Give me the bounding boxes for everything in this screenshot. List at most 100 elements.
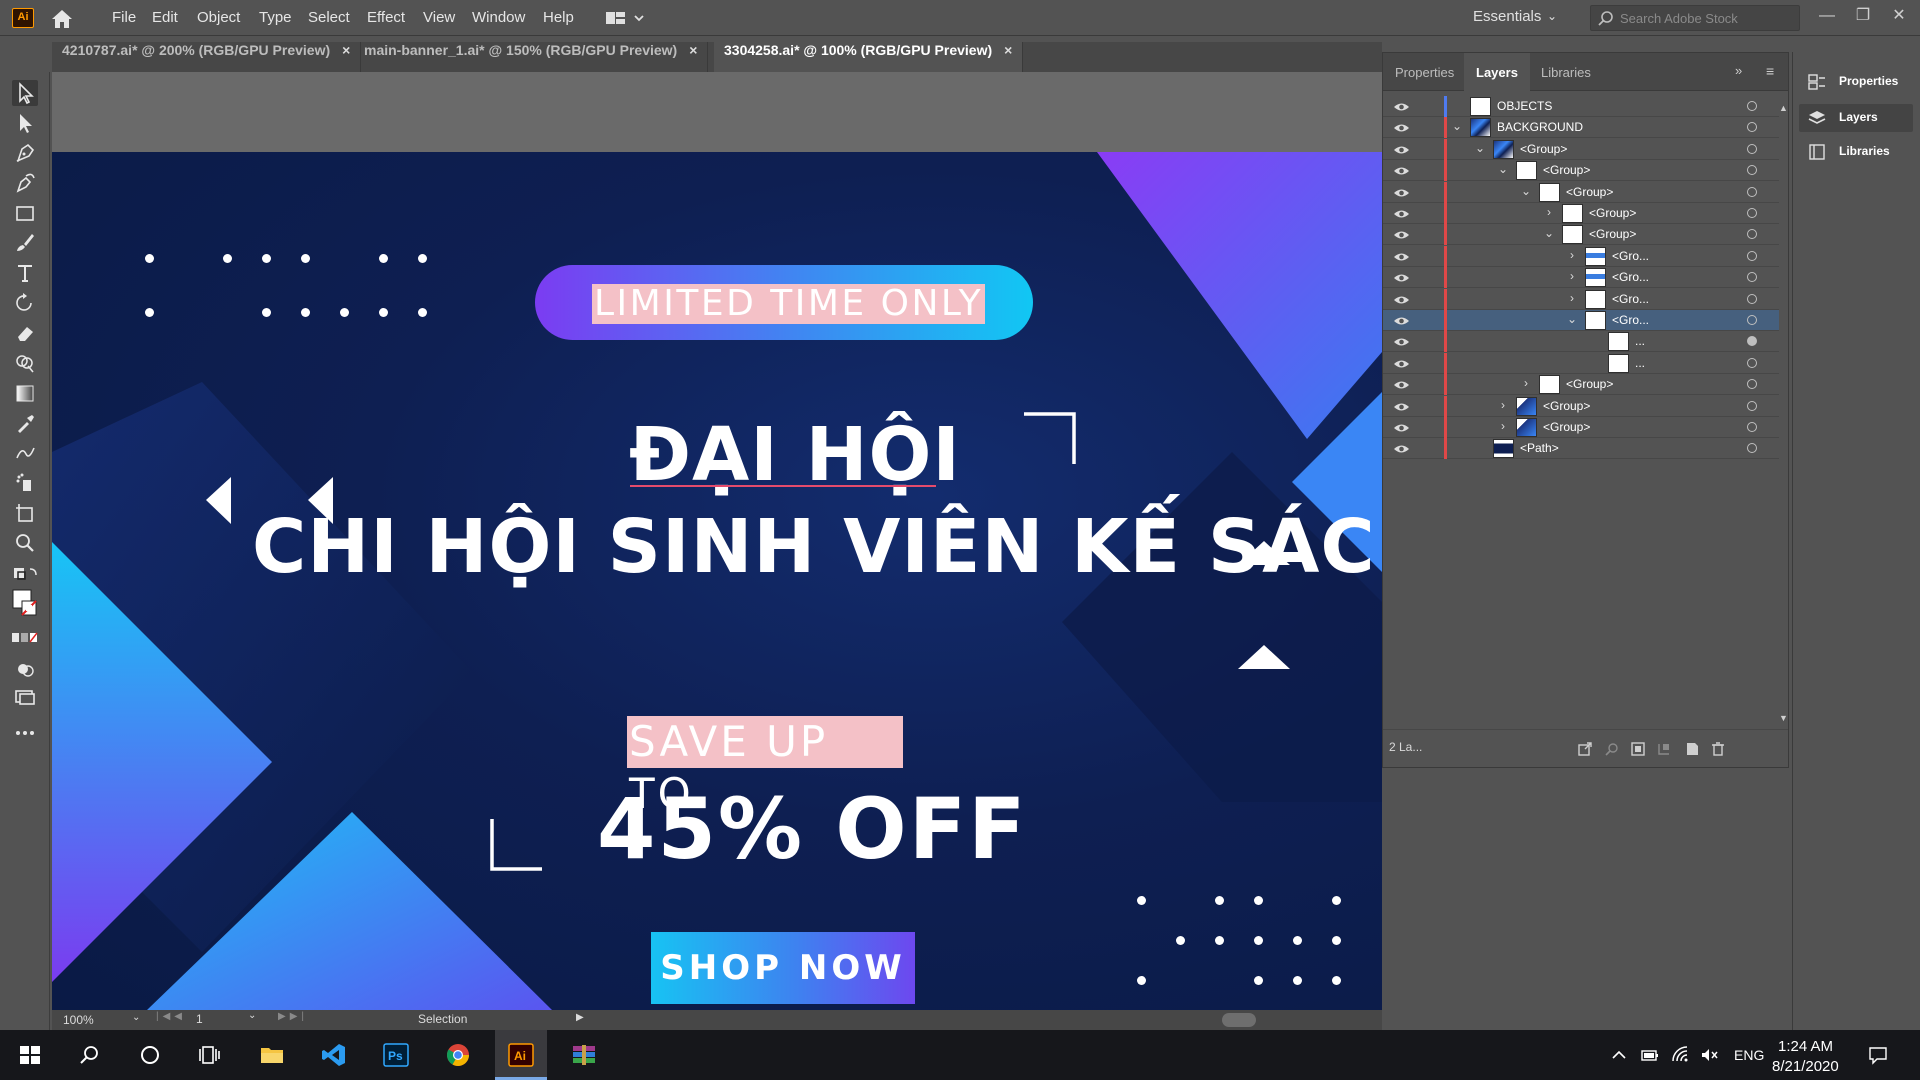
layer-name[interactable]: <Group> (1543, 163, 1590, 177)
selection-tool-icon[interactable] (12, 80, 38, 106)
fill-stroke-swap-icon[interactable] (12, 564, 38, 590)
notification-icon[interactable] (1868, 1045, 1888, 1065)
save-up-to-text[interactable]: SAVE UP TO (627, 716, 903, 818)
layer-row[interactable]: › <Gro... (1383, 267, 1779, 289)
chevron-down-icon[interactable]: ⌄ (1543, 226, 1555, 240)
artboard-prev-icon[interactable]: |◀◀ (156, 1011, 186, 1022)
minimize-icon[interactable]: — (1812, 4, 1842, 28)
menu-window[interactable]: Window (472, 9, 525, 26)
target-icon[interactable] (1747, 250, 1757, 261)
shape-builder-tool-icon[interactable] (12, 350, 38, 376)
layer-name[interactable]: <Group> (1543, 399, 1590, 413)
layer-row[interactable]: <Path> (1383, 438, 1779, 460)
layer-row[interactable]: ⌄ <Group> (1383, 160, 1779, 182)
target-icon[interactable] (1747, 186, 1757, 197)
menu-view[interactable]: View (423, 9, 455, 26)
cortana-button[interactable] (124, 1030, 176, 1080)
eye-icon[interactable] (1393, 378, 1410, 392)
target-icon[interactable] (1747, 143, 1757, 154)
menu-file[interactable]: File (112, 9, 136, 26)
layer-name[interactable]: <Group> (1543, 420, 1590, 434)
chevron-right-icon[interactable]: › (1520, 376, 1532, 390)
chevron-right-icon[interactable]: › (1497, 419, 1509, 433)
close-icon[interactable]: × (1004, 42, 1012, 58)
layer-row[interactable]: ⌄ <Group> (1383, 181, 1779, 203)
menu-type[interactable]: Type (259, 9, 292, 26)
vscode-button[interactable] (308, 1030, 360, 1080)
fill-stroke-swatch[interactable] (12, 588, 38, 624)
eye-icon[interactable] (1393, 293, 1410, 307)
make-clipping-mask-icon[interactable] (1630, 741, 1646, 757)
target-icon[interactable] (1747, 293, 1757, 304)
discount-text[interactable]: 45% OFF (597, 780, 1027, 878)
chevron-down-icon[interactable]: ⌄ (1474, 141, 1486, 155)
eye-icon[interactable] (1393, 164, 1410, 178)
stock-search-input[interactable] (1620, 9, 1795, 28)
curvature-tool-icon[interactable] (12, 170, 38, 196)
file-explorer-button[interactable] (246, 1030, 298, 1080)
illustrator-button[interactable]: Ai (495, 1030, 547, 1080)
winrar-button[interactable] (558, 1030, 610, 1080)
layer-name[interactable]: <Gro... (1612, 313, 1649, 327)
task-view-button[interactable] (184, 1030, 236, 1080)
eye-icon[interactable] (1393, 250, 1410, 264)
gradient-tool-icon[interactable] (12, 380, 38, 406)
restore-icon[interactable]: ❐ (1848, 4, 1878, 28)
dock-layers[interactable]: Layers (1799, 104, 1913, 132)
menu-select[interactable]: Select (308, 9, 350, 26)
tab-properties[interactable]: Properties (1383, 53, 1466, 91)
menu-edit[interactable]: Edit (152, 9, 178, 26)
target-icon[interactable] (1747, 379, 1757, 390)
eye-icon[interactable] (1393, 357, 1410, 371)
symbol-sprayer-tool-icon[interactable] (12, 470, 38, 496)
chevron-down-icon[interactable]: ⌄ (1497, 162, 1509, 176)
start-button[interactable] (4, 1030, 56, 1080)
layer-name[interactable]: <Group> (1589, 206, 1636, 220)
screen-mode-icon[interactable] (12, 684, 38, 710)
chevron-down-icon[interactable]: ⌄ (1547, 9, 1557, 23)
menu-object[interactable]: Object (197, 9, 240, 26)
tab-layers[interactable]: Layers (1464, 53, 1530, 91)
layer-name[interactable]: <Gro... (1612, 249, 1649, 263)
rotate-tool-icon[interactable] (12, 290, 38, 316)
layer-name[interactable]: <Gro... (1612, 270, 1649, 284)
layer-row[interactable]: › <Group> (1383, 395, 1779, 417)
chrome-button[interactable] (432, 1030, 484, 1080)
more-tools-icon[interactable] (12, 720, 38, 746)
eye-icon[interactable] (1393, 271, 1410, 285)
canvas-pasteboard[interactable]: LIMITED TIME ONLY ĐẠI HỘI CHI HỘI SINH V… (52, 72, 1382, 1010)
eye-icon[interactable] (1393, 442, 1410, 456)
pen-tool-icon[interactable] (12, 140, 38, 166)
target-icon[interactable] (1747, 229, 1757, 240)
layer-row[interactable]: ... (1383, 331, 1779, 353)
target-icon[interactable] (1747, 101, 1757, 111)
chevron-down-icon[interactable]: ⌄ (1451, 119, 1463, 133)
layer-row[interactable]: ⌄ <Group> (1383, 224, 1779, 246)
layer-name[interactable]: <Gro... (1612, 292, 1649, 306)
vertical-scrollbar[interactable] (1781, 93, 1787, 723)
create-sublayer-icon[interactable] (1656, 741, 1672, 757)
eraser-tool-icon[interactable] (12, 320, 38, 346)
direct-selection-tool-icon[interactable] (12, 110, 38, 136)
zoom-level-field[interactable]: 100% ⌄ (60, 1012, 140, 1028)
layer-row[interactable]: ⌄ BACKGROUND (1383, 117, 1779, 139)
eye-icon[interactable] (1393, 207, 1410, 221)
target-icon[interactable] (1747, 443, 1757, 454)
chevron-right-icon[interactable]: › (1566, 291, 1578, 305)
tab-libraries[interactable]: Libraries (1529, 53, 1603, 91)
stock-search[interactable] (1590, 5, 1800, 31)
scroll-up-icon[interactable]: ▲ (1779, 103, 1788, 113)
target-icon[interactable] (1747, 422, 1757, 432)
chevron-down-icon[interactable]: ⌄ (1566, 312, 1578, 326)
eye-icon[interactable] (1393, 314, 1410, 328)
tab-3304258[interactable]: 3304258.ai* @ 100% (RGB/GPU Preview) × (714, 42, 1024, 72)
language-indicator[interactable]: ENG (1734, 1047, 1764, 1063)
layer-name[interactable]: OBJECTS (1497, 99, 1552, 113)
type-tool-icon[interactable] (12, 260, 38, 286)
layer-row[interactable]: › <Group> (1383, 417, 1779, 438)
headline-line-2[interactable]: CHI HỘI SINH VIÊN KẾ SÁCH (252, 504, 1382, 590)
shop-now-button[interactable]: SHOP NOW (651, 932, 915, 1004)
chevron-down-icon[interactable]: ⌄ (1520, 184, 1532, 198)
eye-icon[interactable] (1393, 335, 1410, 349)
search-button[interactable] (64, 1030, 116, 1080)
